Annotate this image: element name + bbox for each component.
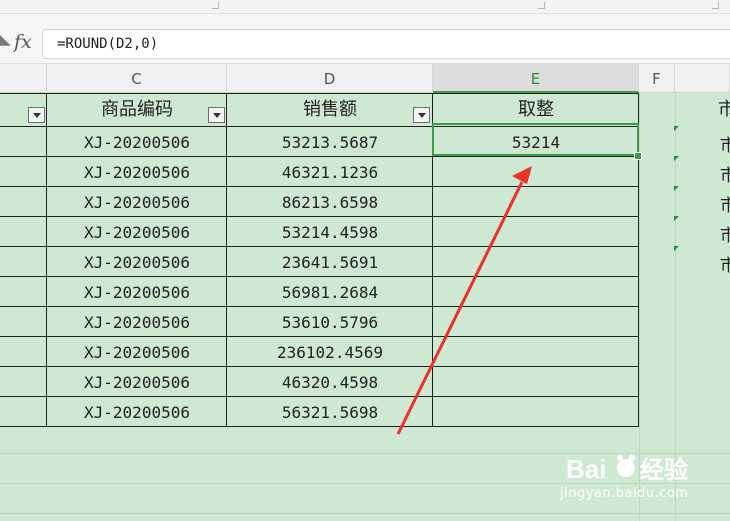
svg-text:经验: 经验: [640, 456, 688, 484]
arrow-head: [512, 166, 532, 184]
watermark-url: jingyan.baidu.com: [560, 486, 689, 501]
arrow-shaft: [396, 181, 524, 435]
baidu-logo-icon: Bai 经验: [566, 454, 688, 484]
svg-text:Bai: Bai: [566, 454, 606, 484]
annotation-arrow: [396, 166, 532, 435]
